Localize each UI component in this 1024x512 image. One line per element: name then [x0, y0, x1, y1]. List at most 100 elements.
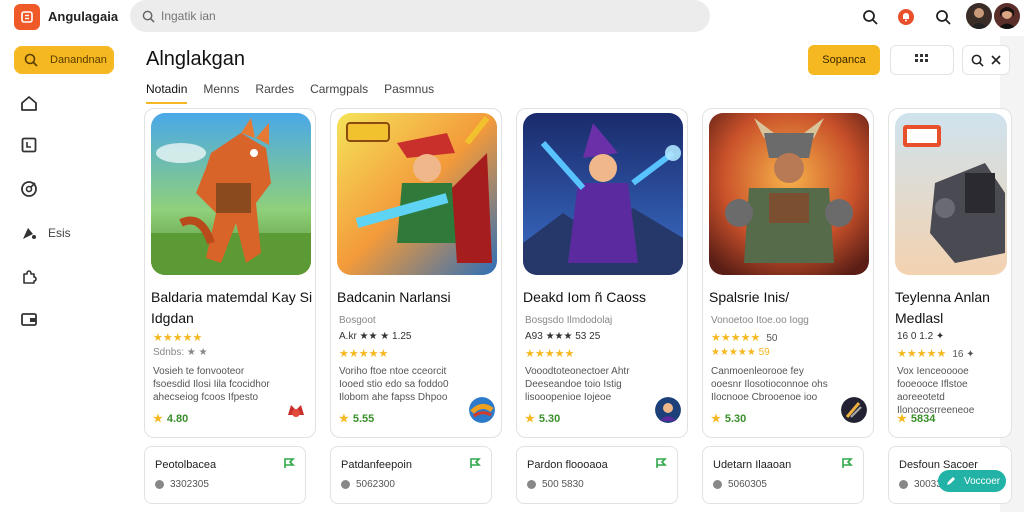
sidebar-item-wallet[interactable] — [20, 308, 120, 330]
game-description: Vooodtoteonectoer Ahtr Deeseandoe toio I… — [525, 366, 630, 403]
game-rating: ★ 5834 — [897, 413, 936, 425]
game-title: Badcanin Narlansi — [337, 289, 451, 305]
game-description: Vox Ienceooooe fooeooce Iflstoe aoreeote… — [897, 366, 975, 416]
home-icon — [21, 96, 37, 111]
game-meta: ★★★★★ 59 — [711, 347, 770, 358]
search-icon — [142, 10, 155, 23]
sidebar-item-label: Esis — [48, 226, 71, 240]
game-title: Spalsrie Inis/ — [709, 289, 790, 305]
notification-icon[interactable] — [895, 6, 917, 28]
sidebar-item-puzzle[interactable] — [20, 266, 120, 288]
primary-button[interactable]: Sopanca — [808, 45, 880, 75]
rating-stars: ★★★★★ — [525, 348, 575, 360]
page-title: Alnglakgan — [146, 48, 245, 70]
user-icon — [899, 480, 908, 489]
toast-button[interactable]: Voccoer — [938, 470, 1006, 492]
rating-stars: ★★★★★ — [339, 348, 389, 360]
flag-icon[interactable] — [841, 457, 853, 469]
sidebar-item-library[interactable] — [20, 134, 120, 156]
list-item[interactable]: Patdanfeepoin 5062300 — [330, 446, 492, 504]
developer-avatar-icon — [655, 397, 681, 423]
app-logo-icon[interactable] — [14, 4, 40, 30]
search-bar[interactable] — [130, 0, 710, 32]
game-cover-image — [151, 113, 311, 275]
game-cover-image — [895, 113, 1007, 275]
game-card[interactable]: Teylenna Anlan Medlasl 16 0 1.2 ✦ ★★★★★ 1… — [888, 108, 1012, 438]
list-item[interactable]: Peotolbacea 3302305 — [144, 446, 306, 504]
list-item[interactable]: Udetarn Ilaaoan 5060305 — [702, 446, 864, 504]
search-icon[interactable] — [932, 6, 954, 28]
game-card[interactable]: Baldaria matemdal Kay Si Idgdan ★★★★★ Sd… — [144, 108, 316, 438]
list-item[interactable]: Pardon floooaoa 500 5830 — [516, 446, 678, 504]
tab-rardes[interactable]: Rardes — [255, 82, 294, 104]
target-icon — [21, 181, 37, 197]
game-description: Vosieh te fonvooteor fsoesdid Ilosi Iila… — [153, 366, 270, 403]
avatar[interactable] — [966, 3, 992, 29]
game-developer: Sdnbs: ★ ★ — [153, 347, 208, 358]
game-meta: 16 0 1.2 ✦ — [897, 331, 945, 342]
star-icon: ★ — [153, 413, 163, 425]
game-meta: A93 ★★★ 53 25 — [525, 331, 601, 342]
game-cover-image — [709, 113, 869, 275]
star-icon: ★ — [897, 413, 907, 425]
tab-pasmnus[interactable]: Pasmnus — [384, 82, 434, 104]
star-icon: ★ — [525, 413, 535, 425]
sidebar-item-home[interactable] — [20, 92, 120, 114]
game-card[interactable]: Badcanin Narlansi Bosgoot A.kr ★★ ★ 1.25… — [330, 108, 502, 438]
sidebar-item-target[interactable] — [20, 178, 120, 200]
user-icon — [341, 480, 350, 489]
avatar[interactable] — [994, 3, 1020, 29]
pencil-icon — [947, 477, 955, 485]
flag-icon[interactable] — [655, 457, 667, 469]
paint-icon — [23, 228, 36, 239]
tab-carmgpals[interactable]: Carmgpals — [310, 82, 368, 104]
search-icon — [24, 53, 38, 67]
list-item-count: 5062300 — [341, 479, 395, 490]
game-rating: ★ 5.55 — [339, 413, 375, 425]
tab-menns[interactable]: Menns — [203, 82, 239, 104]
search-input[interactable] — [161, 9, 701, 23]
game-card[interactable]: Spalsrie Inis/ Vonoetoo Itoe.oo Iogg ★★★… — [702, 108, 874, 438]
search-icon[interactable] — [971, 54, 984, 67]
rating-stars: ★★★★★ 16 ✦ — [897, 348, 975, 360]
game-meta: A.kr ★★ ★ 1.25 — [339, 331, 412, 342]
sidebar-item-label: Danandnan — [50, 54, 107, 66]
game-rating: ★ 5.30 — [711, 413, 747, 425]
list-item-title: Pardon floooaoa — [527, 459, 608, 471]
close-icon[interactable] — [991, 55, 1001, 65]
developer-avatar-icon — [469, 397, 495, 423]
user-icon — [713, 480, 722, 489]
grid-icon — [915, 54, 928, 62]
flag-icon[interactable] — [283, 457, 295, 469]
sidebar-item-active[interactable]: Danandnan — [14, 46, 114, 74]
bookmark-icon — [21, 137, 37, 153]
wallet-icon — [21, 313, 37, 326]
flag-icon[interactable] — [469, 457, 481, 469]
list-item-title: Patdanfeepoin — [341, 459, 412, 471]
search-close-group — [962, 45, 1010, 75]
list-item-count: 500 5830 — [527, 479, 584, 490]
game-rating: ★ 5.30 — [525, 413, 561, 425]
game-developer: Bosgsdo Ilmdodolaj — [525, 315, 613, 326]
game-description: Voriho ftoe ntoe cceorcit Iooed stio edo… — [339, 366, 449, 403]
tab-bar: Notadin Menns Rardes Carmgpals Pasmnus — [146, 82, 450, 104]
search-icon[interactable] — [859, 6, 881, 28]
list-item-title: Udetarn Ilaaoan — [713, 459, 792, 471]
user-icon — [527, 480, 536, 489]
game-title: Teylenna Anlan Medlasl — [895, 289, 990, 326]
list-item-title: Peotolbacea — [155, 459, 217, 471]
game-title: Deakd Iom ñ Caoss — [523, 289, 646, 305]
star-icon: ★ — [339, 413, 349, 425]
top-bar: Angulagaia — [0, 0, 1024, 36]
app-title: Angulagaia — [48, 9, 119, 24]
developer-avatar-icon — [283, 397, 309, 423]
rating-stars: ★★★★★ — [153, 332, 203, 344]
view-toggle-button[interactable] — [890, 45, 954, 75]
list-item-count: 3302305 — [155, 479, 209, 490]
game-rating: ★ 4.80 — [153, 413, 189, 425]
game-card[interactable]: Deakd Iom ñ Caoss Bosgsdo Ilmdodolaj A93… — [516, 108, 688, 438]
tab-notadin[interactable]: Notadin — [146, 82, 188, 104]
list-item-count: 5060305 — [713, 479, 767, 490]
main-panel: Alnglakgan Sopanca Notadin Menns Rardes … — [128, 36, 1012, 512]
sidebar-item-esis[interactable]: Esis — [20, 222, 120, 244]
